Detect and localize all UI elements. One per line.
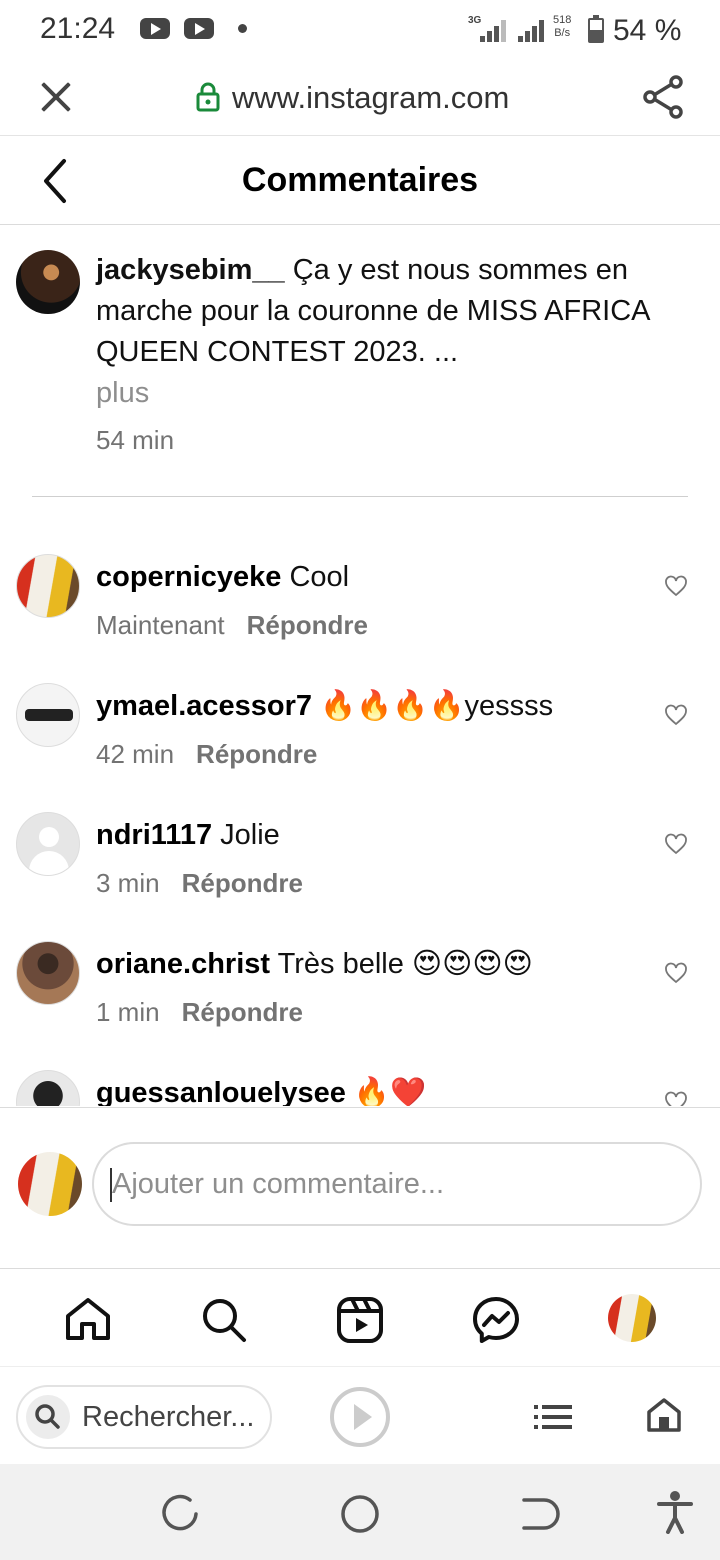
browser-search-label: Rechercher... [82,1401,255,1433]
comment-item: copernicyeke Cool Maintenant Répondre [16,554,706,664]
youtube-notification-icon [184,18,214,39]
comment-item: guessanlouelysee 🔥❤️ [16,1070,706,1106]
comment-item: ymael.acessor7 🔥🔥🔥🔥yessss 42 min Répondre [16,683,706,793]
status-bar: 21:24 3G 518 B/s 54 % [0,0,720,60]
like-heart-icon[interactable] [664,961,688,985]
home-button-icon[interactable] [340,1494,380,1534]
lock-icon [196,82,220,112]
browser-url-bar: www.instagram.com [0,60,720,136]
url-text[interactable]: www.instagram.com [232,80,509,116]
reply-button[interactable]: Répondre [196,739,317,769]
recent-apps-icon[interactable] [160,1494,200,1534]
commenter-avatar[interactable] [16,941,80,1005]
page-title: Commentaires [241,161,479,199]
signal-icon [478,18,512,42]
reply-button[interactable]: Répondre [182,997,303,1027]
comment-timestamp: 1 min [96,997,160,1027]
comment-timestamp: 3 min [96,868,160,898]
android-navigation-bar [0,1464,720,1560]
comment-username[interactable]: ndri1117 [96,819,212,851]
comment-timestamp: Maintenant [96,610,225,640]
like-heart-icon[interactable] [664,832,688,856]
battery-percent: 54 % [613,14,682,47]
play-icon[interactable] [330,1387,390,1447]
caption-author-avatar[interactable] [16,250,80,314]
comment-timestamp: 42 min [96,739,175,769]
commenter-avatar[interactable] [16,683,80,747]
comment-item: ndri1117 Jolie 3 min Répondre [16,812,706,922]
back-button-icon[interactable] [520,1494,560,1534]
commenter-avatar[interactable] [16,554,80,618]
accessibility-icon[interactable] [656,1490,694,1534]
comment-username[interactable]: guessanlouelysee [96,1077,346,1106]
comment-username[interactable]: copernicyeke [96,561,281,593]
signal-icon [516,18,550,42]
reply-button[interactable]: Répondre [182,868,303,898]
menu-list-icon[interactable] [534,1403,572,1431]
network-speed: 518 B/s [553,14,572,39]
add-comment-bar: Ajouter un commentaire... [0,1107,720,1269]
comment-text: 🔥❤️ [353,1077,427,1106]
search-icon[interactable] [200,1296,248,1344]
search-icon [26,1395,70,1439]
comment-text: Très belle 😍😍😍😍 [277,948,533,980]
post-caption: jackysebim__ Ça y est nous sommes en mar… [16,250,706,461]
comments-header: Commentaires [0,137,720,225]
commenter-avatar[interactable] [16,1070,80,1106]
caption-timestamp: 54 min [96,425,175,455]
close-icon[interactable] [38,78,74,114]
profile-avatar[interactable] [608,1294,656,1342]
comment-username[interactable]: oriane.christ [96,948,270,980]
home-icon[interactable] [64,1296,112,1342]
comment-item: oriane.christ Très belle 😍😍😍😍 1 min Répon… [16,941,706,1051]
status-time: 21:24 [40,12,116,45]
comment-username[interactable]: ymael.acessor7 [96,690,312,722]
messenger-icon[interactable] [472,1296,520,1344]
reels-icon[interactable] [336,1296,384,1344]
default-avatar-icon[interactable] [16,812,80,876]
browser-search-field[interactable]: Rechercher... [16,1385,272,1449]
caption-more-link[interactable]: plus [96,373,706,414]
more-notifications-icon [238,24,247,33]
youtube-notification-icon [140,18,170,39]
divider [32,496,688,497]
current-user-avatar [18,1152,82,1216]
reply-button[interactable]: Répondre [247,610,368,640]
comments-list[interactable]: copernicyeke Cool Maintenant Répondre yma… [0,530,720,1106]
comment-text: 🔥🔥🔥🔥yessss [320,690,554,722]
browser-bottom-bar: Rechercher... [0,1366,720,1464]
like-heart-icon[interactable] [664,703,688,727]
battery-icon [588,15,604,43]
like-heart-icon[interactable] [664,1090,688,1106]
comment-input[interactable]: Ajouter un commentaire... [92,1142,702,1226]
comment-text: Jolie [220,819,280,851]
share-icon[interactable] [640,74,686,120]
browser-home-icon[interactable] [646,1397,682,1433]
instagram-bottom-nav [0,1270,720,1366]
like-heart-icon[interactable] [664,574,688,598]
comment-text: Cool [289,561,350,593]
caption-username[interactable]: jackysebim__ [96,254,285,286]
